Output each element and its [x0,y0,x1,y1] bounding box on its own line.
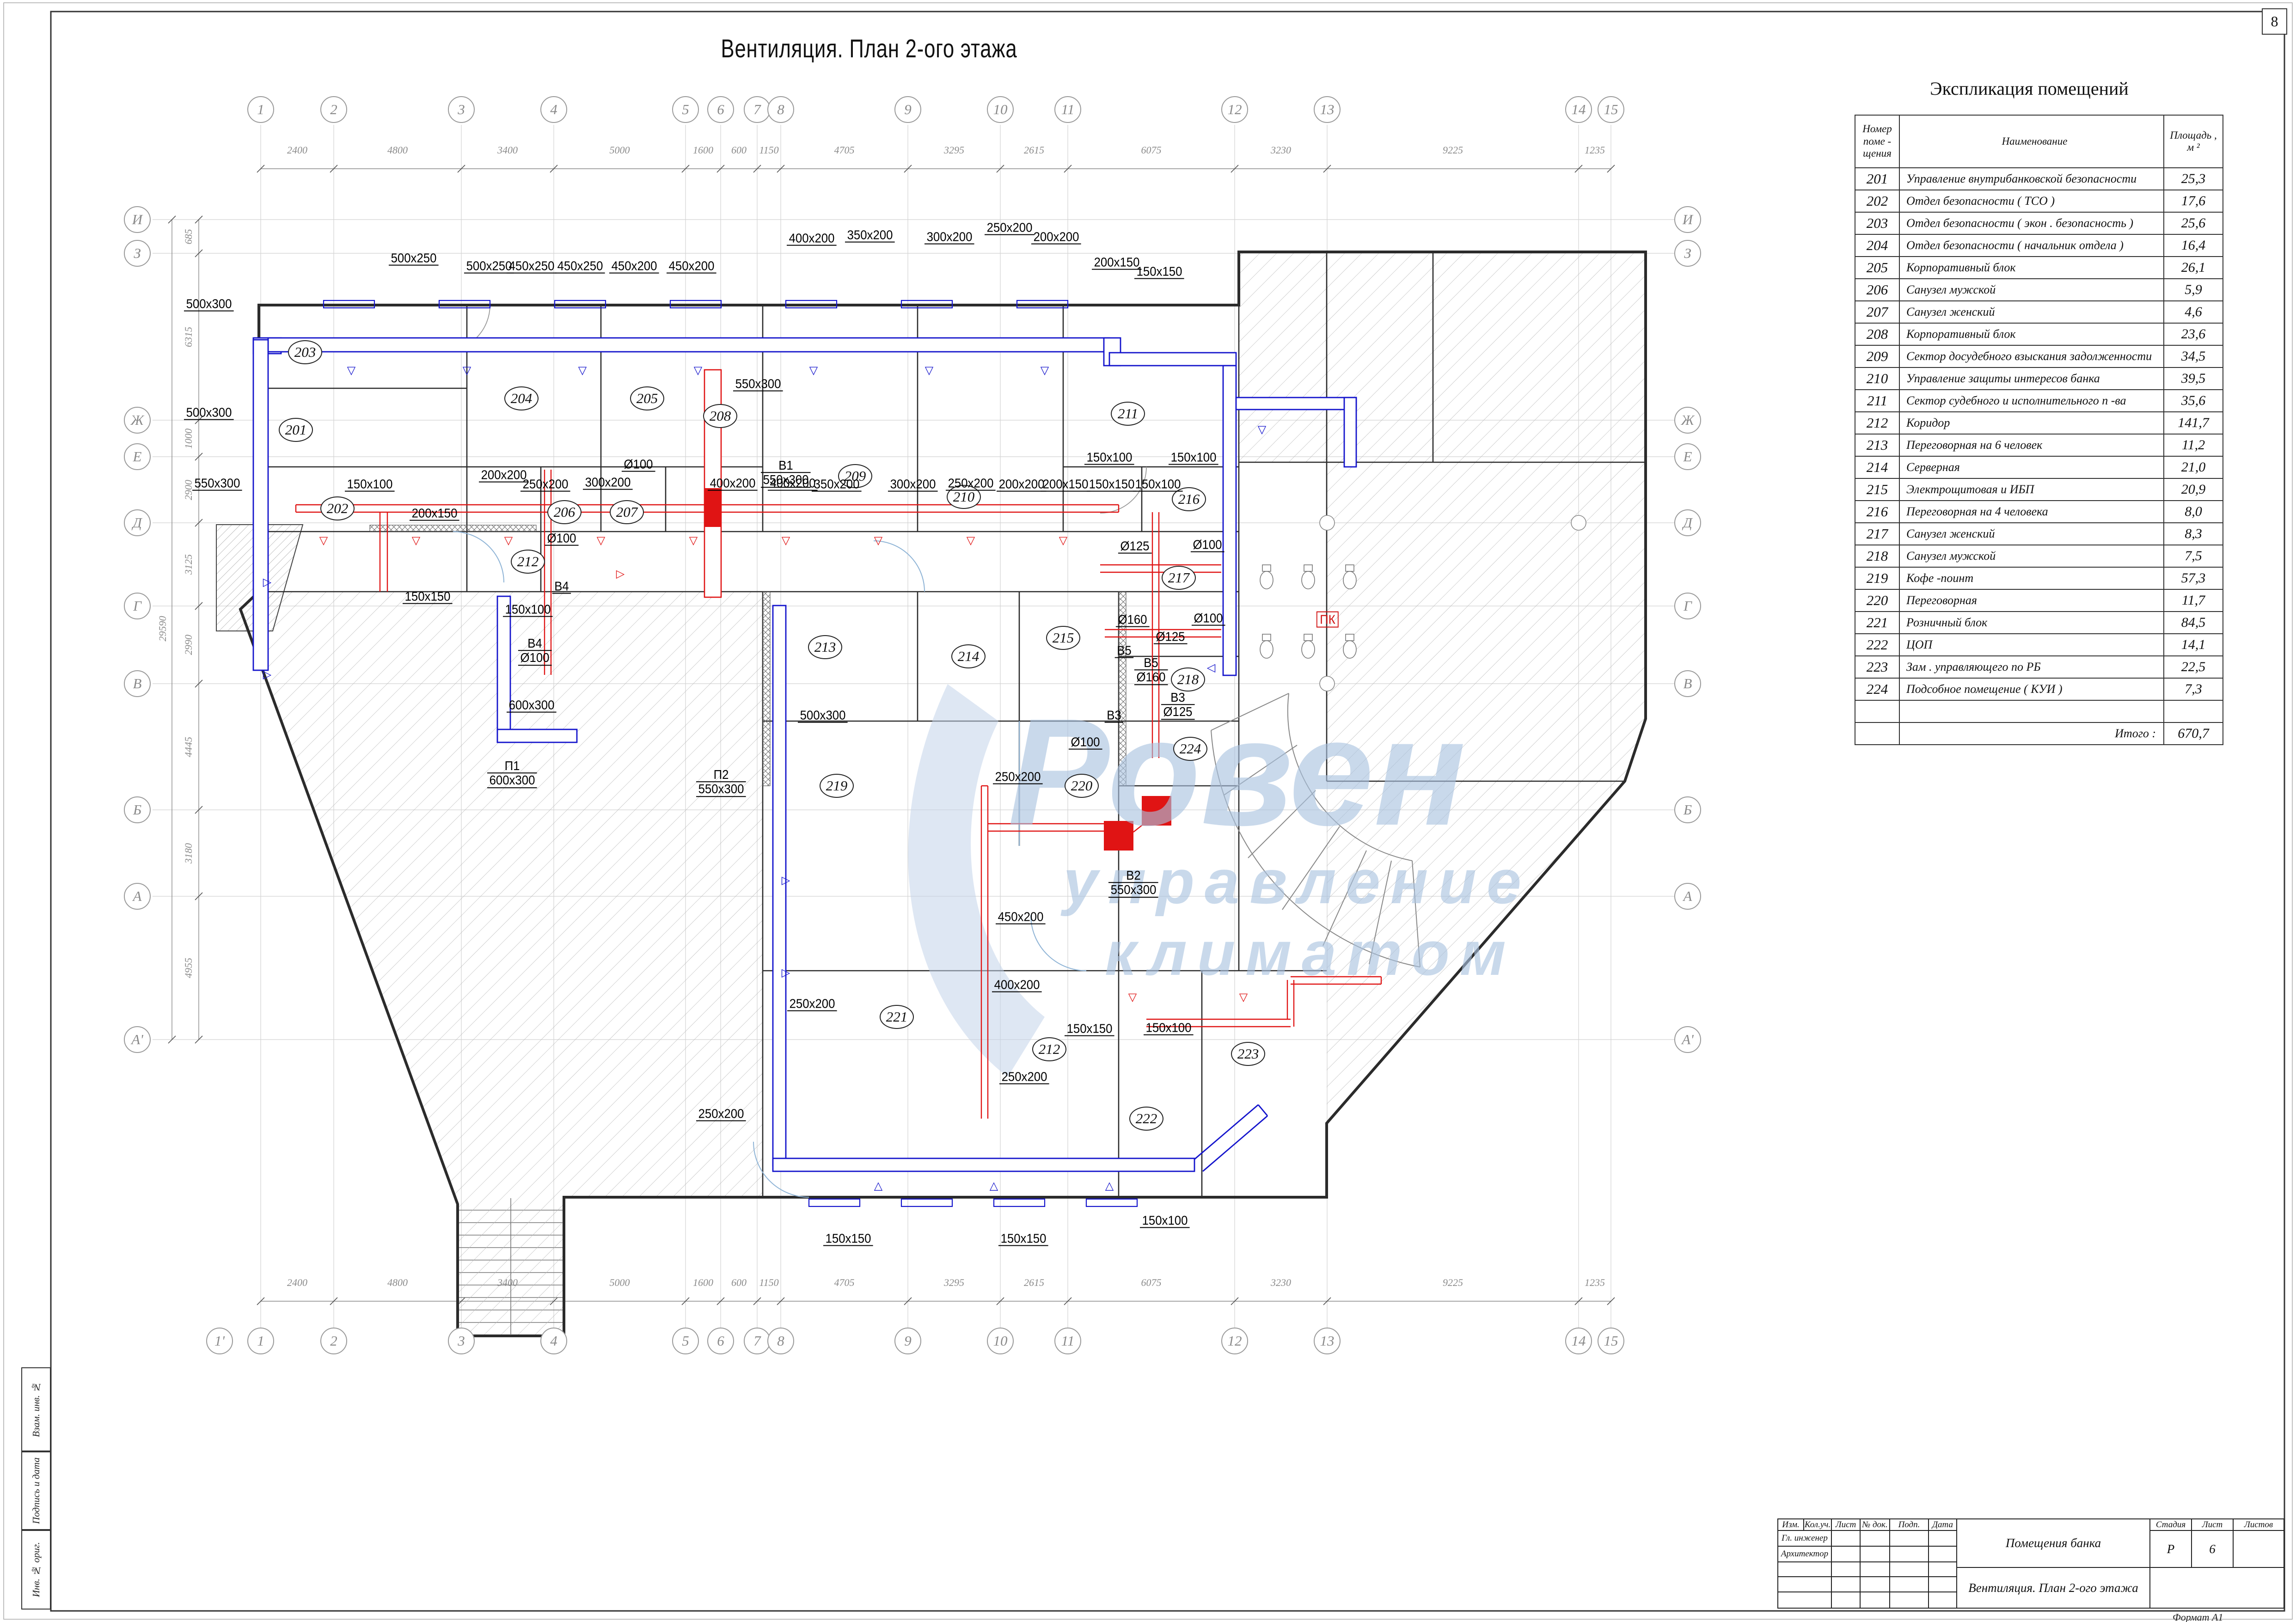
explication-row: 218Санузел мужской7,5 [1855,545,2223,567]
stamp-empty [1860,1546,1890,1562]
stamp-empty [1889,1530,1929,1547]
title-block: Изм. Кол.уч. Лист № док. Подп. Дата Гл. … [1777,1518,2284,1609]
watermark-word-1: Ровен [1008,684,1466,860]
stamp-empty [1928,1561,1957,1577]
explication-row: 213Переговорная на 6 человек11,2 [1855,434,2223,456]
stamp-empty [1860,1561,1890,1577]
header-area: Площадь , м ² [2164,115,2223,168]
stamp-org-cell [2149,1567,2284,1609]
stamp-empty [1928,1530,1957,1547]
explication-row: 215Электрощитовая и ИБП20,9 [1855,478,2223,501]
margin-cell-podpis: Подпись и дата [21,1451,51,1530]
stamp-stage-value: Р [2149,1530,2192,1568]
stamp-empty [1889,1591,1929,1609]
explication-row: 221Розничный блок84,5 [1855,612,2223,634]
explication-row: 211Сектор судебного и исполнительного п … [1855,390,2223,412]
header-name: Наименование [1899,115,2164,168]
stamp-empty [1860,1576,1890,1592]
explication-row: 203Отдел безопасности ( экон . безопасно… [1855,212,2223,234]
stamp-empty [1777,1561,1832,1577]
explication-row: 201Управление внутрибанковской безопасно… [1855,168,2223,190]
explication-title: Экспликация помещений [1930,78,2129,99]
door-arcs-gray [444,305,1146,513]
explication-row: 224Подсобное помещение ( КУИ )7,3 [1855,678,2223,700]
explication-row: 209Сектор досудебного взыскания задолжен… [1855,345,2223,367]
stamp-empty [1928,1576,1957,1592]
stamp-sheets-header: Листов [2233,1518,2284,1531]
explication-row: 217Санузел женский8,3 [1855,523,2223,545]
stamp-sheets-value [2233,1530,2284,1568]
stamp-empty [1831,1561,1861,1577]
page-title: Вентиляция. План 2-ого этажа [714,33,1024,63]
explication-row: 202Отдел безопасности ( ТСО )17,6 [1855,190,2223,212]
watermark-word-3: климатом [1105,918,1516,989]
stamp-sheet-value: 6 [2191,1530,2234,1568]
stamp-empty [1889,1576,1929,1592]
margin-cell-vzam: Взам. инв. № [21,1367,51,1451]
stamp-empty [1860,1591,1890,1609]
explication-row: 223Зам . управляющего по РБ22,5 [1855,656,2223,678]
stamp-empty [1928,1546,1957,1562]
watermark-word-2: управление [1063,846,1531,918]
stamp-empty [1831,1530,1861,1547]
explication-row: 206Санузел мужской5,9 [1855,279,2223,301]
drawing-sheet: Вентиляция. План 2-ого этажа 8 Формат А1… [0,0,2296,1622]
stamp-ndok: № док. [1860,1518,1890,1531]
explication-empty-row [1855,700,2223,722]
stamp-koluch: Кол.уч. [1803,1518,1832,1531]
explication-total-row: Итого :670,7 [1855,722,2223,745]
stamp-izm: Изм. [1777,1518,1804,1531]
explication-row: 212Коридор141,7 [1855,412,2223,434]
stamp-empty [1831,1546,1861,1562]
explication-row: 216Переговорная на 4 человека8,0 [1855,501,2223,523]
stamp-stage-header: Стадия [2149,1518,2192,1531]
stamp-sheet-header: Лист [2191,1518,2234,1531]
explication-row: 210Управление защиты интересов банка39,5 [1855,367,2223,390]
stamp-empty [1889,1561,1929,1577]
explication-header-row: Номер поме - щения Наименование Площадь … [1855,115,2223,168]
stamp-empty [1860,1530,1890,1547]
explication-row: 222ЦОП14,1 [1855,634,2223,656]
stamp-doc-title: Вентиляция. План 2-ого этажа [1956,1567,2150,1609]
stamp-podp: Подп. [1889,1518,1929,1531]
explication-row: 207Санузел женский4,6 [1855,301,2223,323]
stamp-empty [1777,1576,1832,1592]
stamp-role-architect: Архитектор [1777,1546,1832,1562]
explication-row: 204Отдел безопасности ( начальник отдела… [1855,234,2223,257]
explication-row: 219Кофе -поинт57,3 [1855,567,2223,589]
explication-table: Номер поме - щения Наименование Площадь … [1855,115,2223,745]
explication-row: 208Корпоративный блок23,6 [1855,323,2223,345]
margin-cell-inv: Инв. № ориг. [21,1530,51,1610]
stamp-empty [1889,1546,1929,1562]
stamp-data: Дата [1928,1518,1957,1531]
explication-row: 220Переговорная11,7 [1855,589,2223,612]
header-room-number: Номер поме - щения [1855,115,1899,168]
explication-row: 214Серверная21,0 [1855,456,2223,478]
explication-row: 205Корпоративный блок26,1 [1855,257,2223,279]
stamp-project: Помещения банка [1956,1518,2150,1568]
stamp-role-chief-engineer: Гл. инженер [1777,1530,1832,1547]
stamp-empty [1777,1591,1832,1609]
stamp-empty [1831,1591,1861,1609]
stamp-empty [1831,1576,1861,1592]
stamp-empty [1928,1591,1957,1609]
format-note: Формат А1 [2173,1611,2223,1622]
stamp-list: Лист [1831,1518,1861,1531]
page-number-box: 8 [2262,8,2287,35]
